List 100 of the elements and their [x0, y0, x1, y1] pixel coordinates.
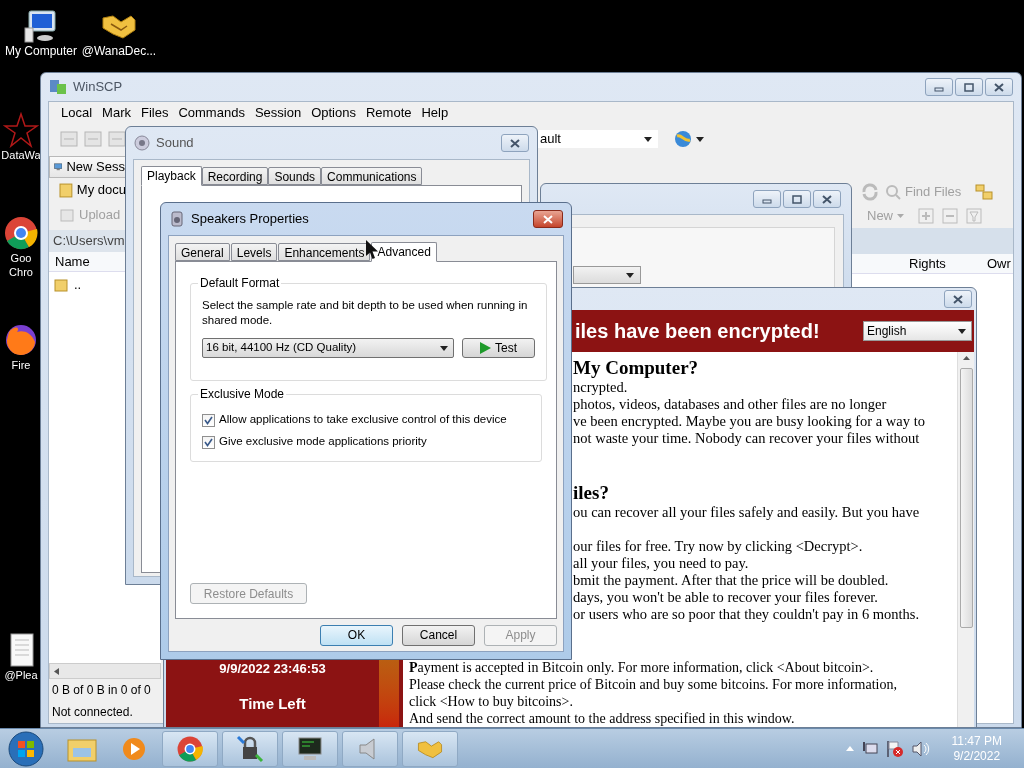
close-button[interactable]	[533, 210, 563, 228]
icon-label[interactable]: @Plea	[4, 668, 38, 682]
tab[interactable]: General	[175, 243, 230, 261]
session-tab[interactable]: New Sess	[49, 156, 126, 178]
test-button[interactable]: Test	[462, 338, 535, 358]
close-icon	[994, 82, 1004, 92]
maximize-button[interactable]	[955, 78, 983, 96]
caret-icon	[897, 214, 904, 218]
column-header[interactable]: Owr	[987, 253, 1011, 274]
play-icon	[480, 342, 491, 354]
menu-item[interactable]: Mark	[102, 103, 131, 123]
body-text: Please check the current price of Bitcoin and buy some bitcoins. For more information,	[409, 676, 898, 693]
speaker-icon	[134, 135, 150, 151]
close-icon	[510, 138, 520, 148]
flag-error-icon[interactable]	[885, 739, 904, 758]
terminal-taskbar-button[interactable]	[282, 730, 338, 767]
maximize-icon	[964, 82, 974, 92]
folders-icon[interactable]	[975, 183, 994, 201]
plus-icon[interactable]	[918, 208, 934, 224]
handshake-taskbar-button[interactable]	[402, 730, 458, 767]
menu-item[interactable]: Help	[421, 103, 449, 123]
close-button[interactable]	[501, 134, 529, 152]
close-icon	[822, 194, 832, 204]
section-heading: My Computer?	[573, 357, 700, 379]
start-orb-icon[interactable]	[8, 730, 44, 767]
icon-label[interactable]: @WanaDec...	[81, 44, 157, 58]
dropdown[interactable]	[573, 266, 641, 284]
menu-item[interactable]: Session	[254, 103, 302, 123]
icon-label[interactable]: Goo	[10, 251, 32, 265]
show-hidden-icons-icon[interactable]	[845, 746, 854, 751]
menu-item[interactable]: Commands	[178, 103, 245, 123]
caret-icon	[644, 136, 652, 142]
horizontal-scrollbar[interactable]	[49, 663, 161, 679]
body-text: click <How to buy bitcoins>.	[409, 693, 574, 710]
close-button[interactable]	[813, 190, 841, 208]
body-text: or users who are so poor that they couldn't pay in 6 months.	[573, 606, 921, 623]
scroll-thumb[interactable]	[959, 368, 973, 628]
winscp-taskbar-button[interactable]	[222, 730, 278, 767]
body-text: not waste your time. Nobody can recover your files without	[573, 430, 921, 447]
globe-icon[interactable]	[674, 130, 692, 148]
format-select[interactable]: 16 bit, 44100 Hz (CD Quality)	[202, 338, 454, 358]
computer-icon	[23, 8, 59, 44]
icon-label[interactable]: DataWa	[1, 148, 41, 162]
refresh-icon[interactable]	[861, 183, 879, 201]
close-icon	[543, 214, 553, 224]
body-text: ou can recover all your files safely and easily. But you have	[573, 504, 921, 521]
chrome-taskbar-button[interactable]	[162, 730, 218, 767]
search-icon	[885, 184, 901, 200]
minimize-button[interactable]	[753, 190, 781, 208]
minimize-button[interactable]	[925, 78, 953, 96]
play-icon	[121, 735, 147, 762]
language-select[interactable]: English	[863, 321, 972, 341]
tab[interactable]: Recording	[201, 167, 269, 185]
tab[interactable]: Sounds	[268, 167, 322, 185]
checkbox[interactable]	[202, 413, 215, 427]
mouse-cursor-icon	[366, 240, 378, 259]
section-heading: iles?	[573, 482, 610, 504]
firefox-icon	[3, 322, 39, 358]
tab[interactable]: Advanced	[371, 242, 437, 262]
close-button[interactable]	[944, 290, 972, 308]
body-text: ve been encrypted. Maybe you are busy looking for a way to	[573, 413, 926, 430]
column-header[interactable]: Rights	[909, 253, 987, 274]
padlock-icon	[236, 734, 264, 763]
body-text: And send the correct amount to the address specified in this window.	[409, 710, 796, 727]
chrome-icon	[3, 215, 39, 251]
winscp-logo-icon	[49, 78, 67, 96]
close-button[interactable]	[985, 78, 1013, 96]
dialog-button[interactable]: OK	[320, 624, 393, 646]
maximize-button[interactable]	[783, 190, 811, 208]
volume-icon[interactable]	[911, 740, 930, 757]
body-text: photos, videos, databases and other files are no longer	[573, 396, 888, 413]
location-combo[interactable]: My docu	[49, 178, 126, 202]
menu-item[interactable]: Remote	[365, 103, 412, 123]
caret-icon	[626, 272, 634, 278]
vertical-scrollbar[interactable]	[957, 352, 974, 727]
minus-icon[interactable]	[942, 208, 958, 224]
menu-item[interactable]: Files	[140, 103, 169, 123]
menu-item[interactable]: Options	[311, 103, 356, 123]
file-name[interactable]: ..	[74, 275, 82, 295]
body-text: days, you won't be able to recover your files forever.	[573, 589, 879, 606]
network-icon[interactable]	[861, 740, 878, 757]
tab[interactable]: Communications	[321, 167, 423, 185]
tab[interactable]: Enhancements	[278, 243, 371, 261]
status-text: Not connected.	[52, 704, 134, 721]
icon-label[interactable]: Fire	[11, 358, 31, 372]
tab[interactable]: Playback	[141, 166, 202, 186]
session-combo[interactable]: ault	[538, 130, 658, 148]
icon-label[interactable]: My Computer	[5, 44, 77, 58]
deadline-date: 9/9/2022 23:46:53	[219, 660, 326, 678]
speaker-icon	[169, 211, 185, 227]
folder-icon	[59, 182, 73, 198]
window-title: Sound	[156, 134, 194, 153]
group-label: Default Format	[199, 275, 281, 292]
menu-item[interactable]: Local	[61, 103, 93, 123]
scroll-left-icon	[54, 667, 59, 675]
dialog-button[interactable]: Cancel	[402, 624, 475, 646]
icon-label[interactable]: Chro	[9, 265, 33, 279]
checkbox[interactable]	[202, 435, 215, 449]
body-text: all your files, you need to pay.	[573, 555, 750, 572]
tab[interactable]: Levels	[230, 243, 278, 261]
